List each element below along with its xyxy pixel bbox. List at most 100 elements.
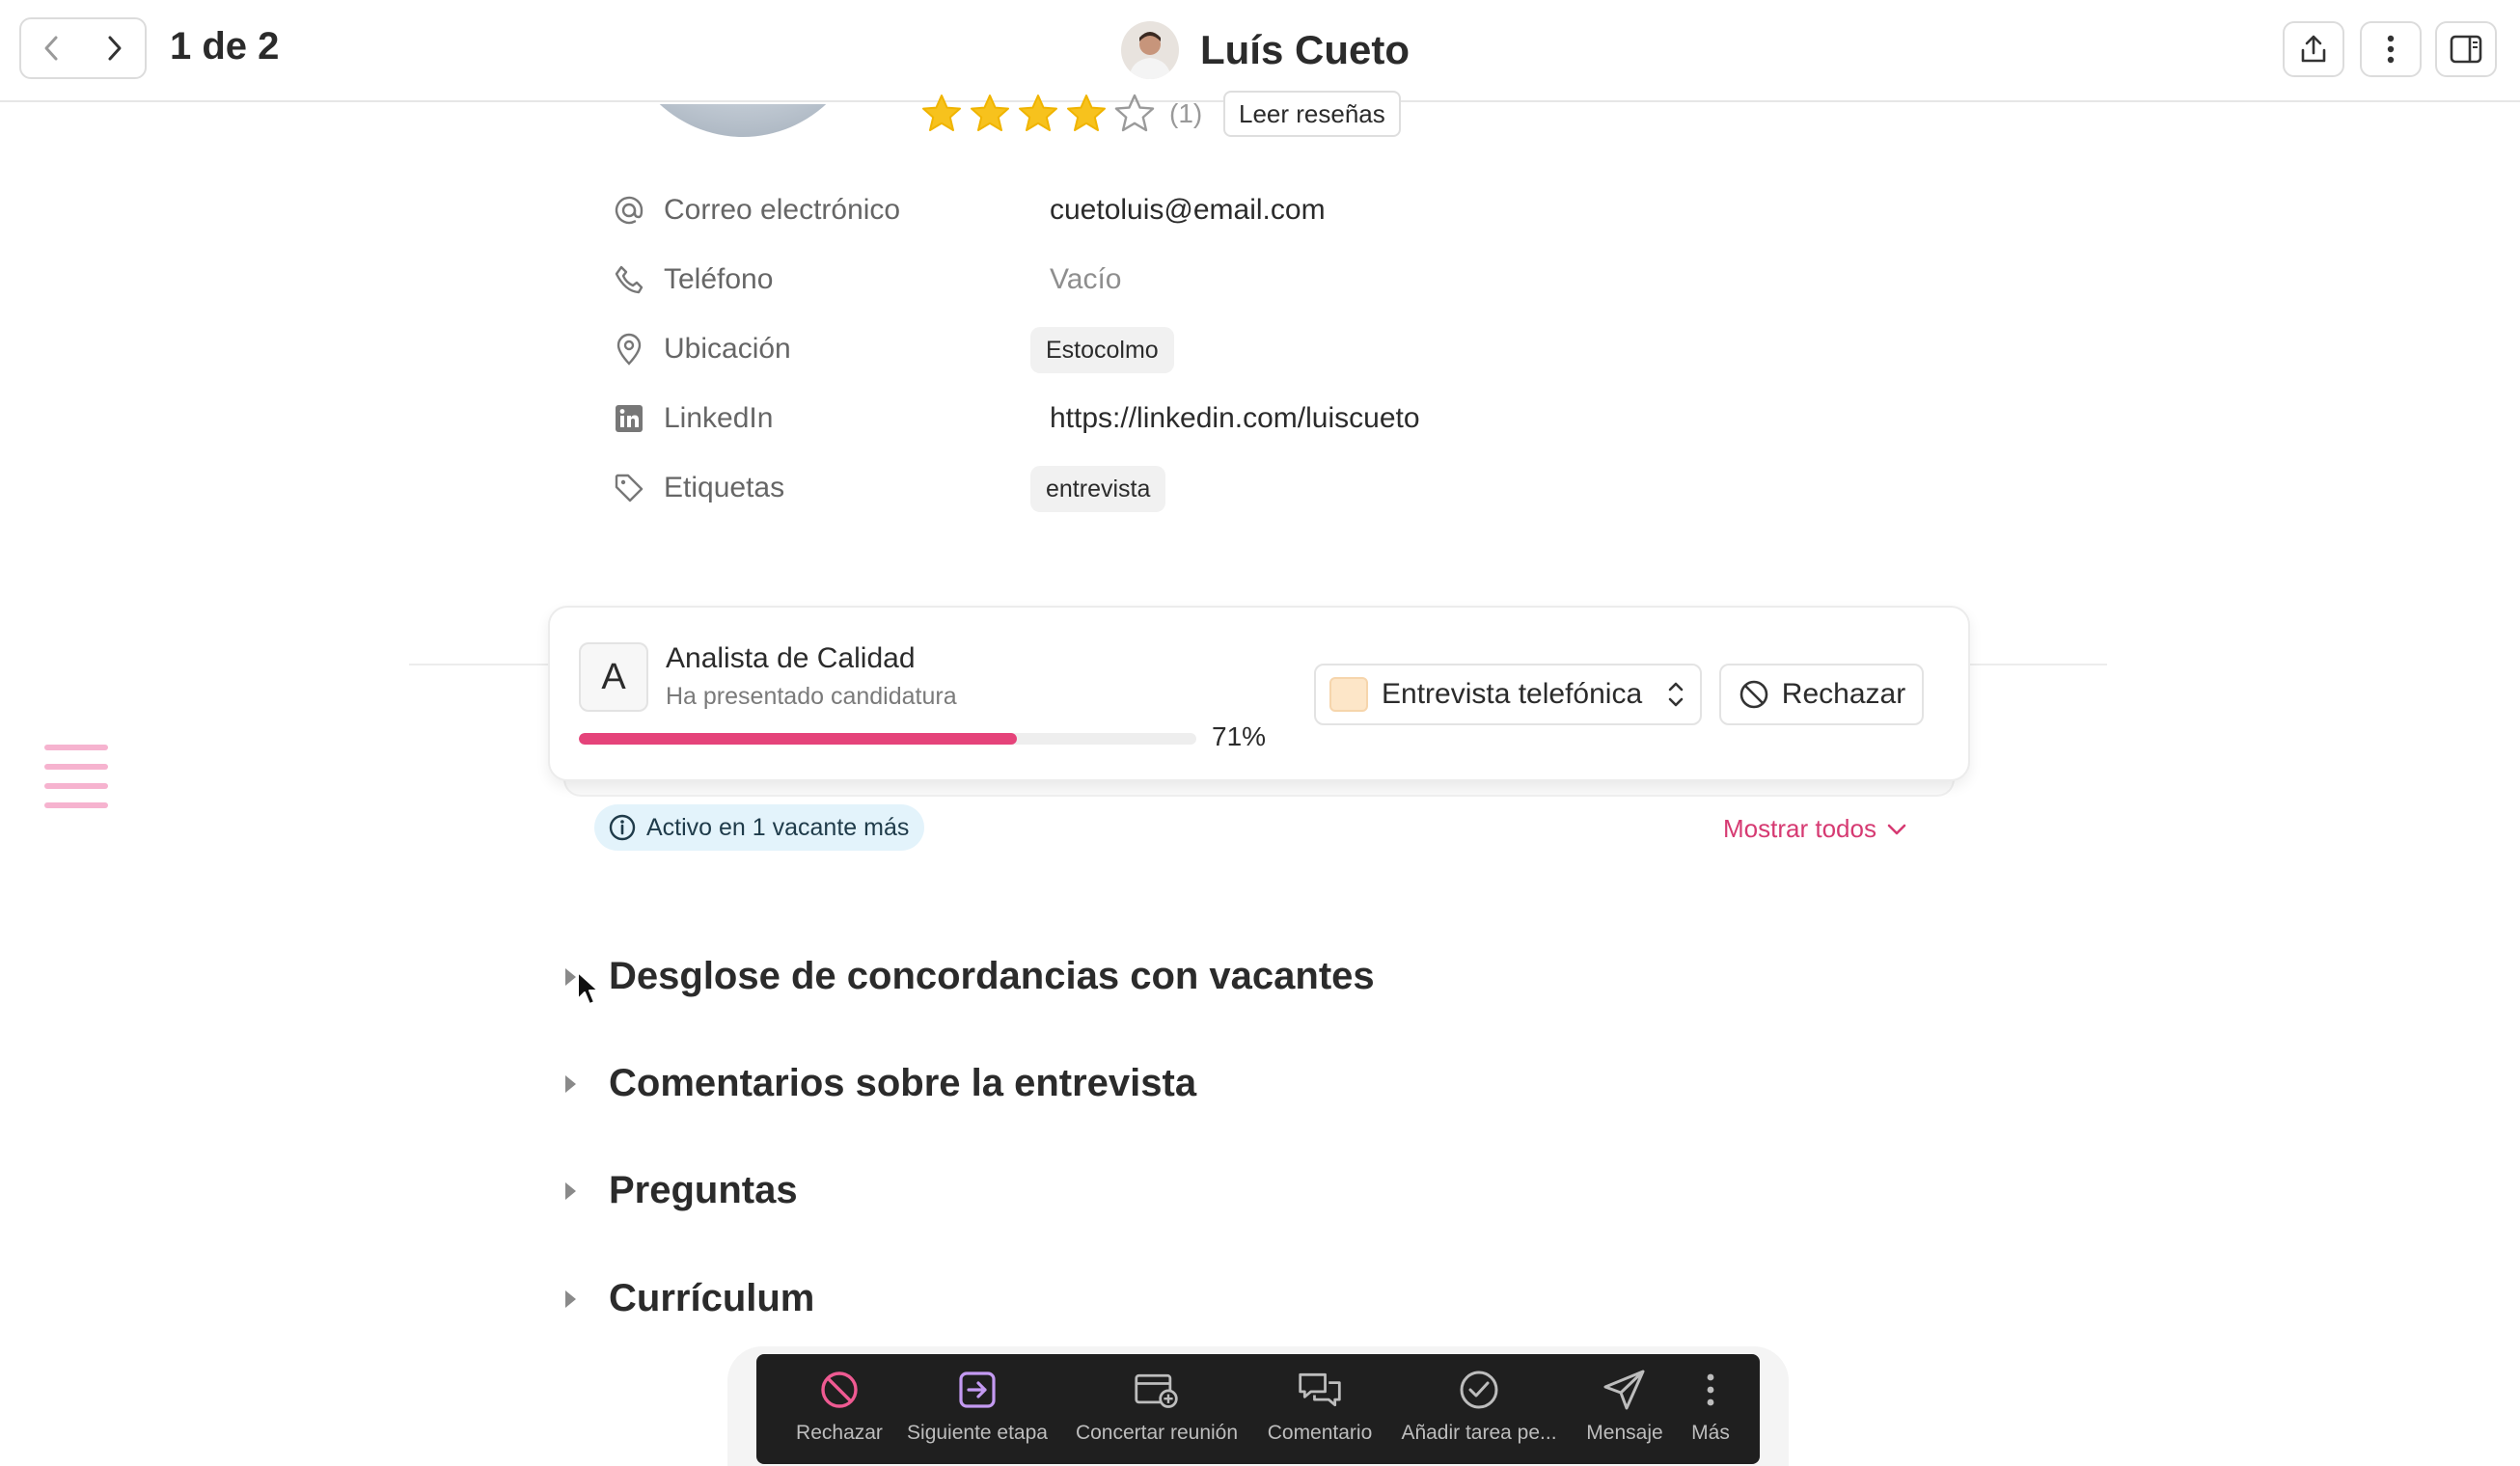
phone-value[interactable]: Vacío — [1050, 263, 1122, 296]
phone-icon — [612, 262, 646, 297]
action-more[interactable]: Más — [1677, 1368, 1744, 1445]
action-add-task[interactable]: Añadir tarea pe... — [1385, 1368, 1573, 1445]
reject-button[interactable]: Rechazar — [1719, 664, 1924, 725]
action-message[interactable]: Mensaje — [1573, 1368, 1677, 1445]
match-percent: 71% — [1212, 721, 1267, 751]
detail-row-phone: Teléfono Vacío — [612, 256, 1673, 304]
location-pin-icon — [612, 332, 646, 366]
detail-row-tags: Etiquetas entrevista — [612, 464, 1673, 512]
star-empty-icon[interactable] — [1113, 93, 1156, 135]
share-button[interactable] — [2283, 21, 2344, 77]
action-next-stage[interactable]: Siguiente etapa — [895, 1368, 1059, 1445]
stage-select[interactable]: Entrevista telefónica — [1314, 664, 1702, 725]
candidate-name: Luís Cueto — [1200, 27, 1410, 72]
stage-label: Entrevista telefónica — [1382, 678, 1643, 710]
email-value[interactable]: cuetoluis@email.com — [1050, 194, 1326, 227]
send-icon — [1602, 1368, 1648, 1412]
next-stage-icon — [954, 1368, 1000, 1412]
active-vacancies-badge[interactable]: Activo en 1 vacante más — [594, 804, 925, 851]
job-avatar: A — [579, 642, 648, 712]
job-title[interactable]: Analista de Calidad — [666, 642, 916, 675]
show-all-label: Mostrar todos — [1723, 814, 1876, 843]
detail-row-location: Ubicación Estocolmo — [612, 325, 1673, 373]
reject-label: Rechazar — [1781, 678, 1906, 710]
action-label: Mensaje — [1586, 1422, 1663, 1444]
section-match-breakdown[interactable]: Desglose de concordancias con vacantes — [565, 955, 1375, 998]
more-options-button[interactable] — [2360, 21, 2422, 77]
profile-picture — [617, 104, 868, 137]
section-interview-comments[interactable]: Comentarios sobre la entrevista — [565, 1062, 1196, 1105]
more-vertical-icon — [2387, 35, 2395, 64]
reject-icon — [816, 1368, 863, 1412]
next-candidate-button[interactable] — [83, 19, 145, 77]
chevron-down-icon — [1887, 824, 1906, 834]
tag-icon — [612, 471, 646, 505]
star-filled-icon[interactable] — [1017, 93, 1059, 135]
candidate-header: Luís Cueto — [1121, 21, 1410, 79]
tags-label: Etiquetas — [664, 472, 785, 503]
linkedin-label: LinkedIn — [664, 402, 774, 434]
star-filled-icon[interactable] — [969, 93, 1011, 135]
action-label: Comentario — [1267, 1422, 1373, 1444]
action-label: Siguiente etapa — [907, 1422, 1048, 1444]
star-filled-icon[interactable] — [920, 93, 963, 135]
share-icon — [2301, 35, 2326, 63]
top-bar: 1 de 2 Luís Cueto — [0, 0, 2520, 102]
action-schedule-meeting[interactable]: Concertar reunión — [1059, 1368, 1254, 1445]
section-title: Desglose de concordancias con vacantes — [609, 955, 1375, 997]
action-reject[interactable]: Rechazar — [783, 1368, 895, 1445]
info-icon — [609, 814, 636, 841]
pager-nav — [19, 17, 147, 79]
linkedin-value[interactable]: https://linkedin.com/luiscueto — [1050, 402, 1420, 435]
mouse-cursor-icon — [577, 971, 599, 1005]
action-label: Concertar reunión — [1075, 1422, 1239, 1444]
more-vertical-icon — [1687, 1368, 1734, 1412]
action-label: Rechazar — [796, 1422, 883, 1444]
expand-triangle-icon — [565, 1290, 576, 1308]
match-progress-fill — [579, 733, 1018, 745]
comment-icon — [1297, 1368, 1343, 1412]
stage-color-swatch — [1329, 677, 1368, 712]
show-all-link[interactable]: Mostrar todos — [1723, 814, 1907, 844]
action-bar: Rechazar Siguiente etapa Concertar reuni… — [756, 1354, 1760, 1464]
detail-row-linkedin: LinkedIn https://linkedin.com/luiscueto — [612, 394, 1673, 443]
active-vacancies-label: Activo en 1 vacante más — [646, 813, 910, 841]
pager-label: 1 de 2 — [170, 25, 280, 68]
location-chip[interactable]: Estocolmo — [1030, 327, 1174, 373]
calendar-plus-icon — [1134, 1368, 1180, 1412]
action-comment[interactable]: Comentario — [1254, 1368, 1385, 1445]
check-circle-icon — [1456, 1368, 1502, 1412]
side-menu-icon[interactable] — [44, 745, 108, 826]
expand-triangle-icon — [565, 1074, 576, 1093]
linkedin-icon — [612, 401, 646, 436]
avatar[interactable] — [1121, 21, 1179, 79]
phone-label: Teléfono — [664, 263, 774, 295]
location-label: Ubicación — [664, 333, 791, 365]
email-label: Correo electrónico — [664, 194, 901, 226]
action-label: Añadir tarea pe... — [1401, 1422, 1557, 1444]
chevron-left-icon — [44, 36, 58, 61]
star-filled-icon[interactable] — [1065, 93, 1108, 135]
chevron-up-down-icon — [1668, 682, 1684, 707]
sidebar-panel-icon — [2450, 35, 2482, 64]
detail-row-email: Correo electrónico cuetoluis@email.com — [612, 186, 1673, 234]
chevron-right-icon — [108, 36, 122, 61]
expand-triangle-icon — [565, 1181, 576, 1200]
section-title: Currículum — [609, 1277, 815, 1319]
read-reviews-button[interactable]: Leer reseñas — [1223, 91, 1401, 137]
action-label: Más — [1691, 1422, 1730, 1444]
rating: (1) — [920, 93, 1202, 135]
previous-candidate-button[interactable] — [21, 19, 83, 77]
tag-chip[interactable]: entrevista — [1030, 466, 1166, 512]
section-title: Preguntas — [609, 1169, 798, 1211]
application-status: Ha presentado candidatura — [666, 683, 957, 710]
job-application-card[interactable]: A Analista de Calidad Ha presentado cand… — [548, 606, 1970, 781]
at-icon — [612, 193, 646, 228]
section-questions[interactable]: Preguntas — [565, 1169, 798, 1212]
review-count: (1) — [1169, 98, 1203, 128]
match-progress-bar — [579, 733, 1196, 745]
section-resume[interactable]: Currículum — [565, 1277, 814, 1320]
section-title: Comentarios sobre la entrevista — [609, 1062, 1197, 1104]
toggle-sidebar-button[interactable] — [2435, 21, 2497, 77]
ban-icon — [1739, 680, 1768, 709]
